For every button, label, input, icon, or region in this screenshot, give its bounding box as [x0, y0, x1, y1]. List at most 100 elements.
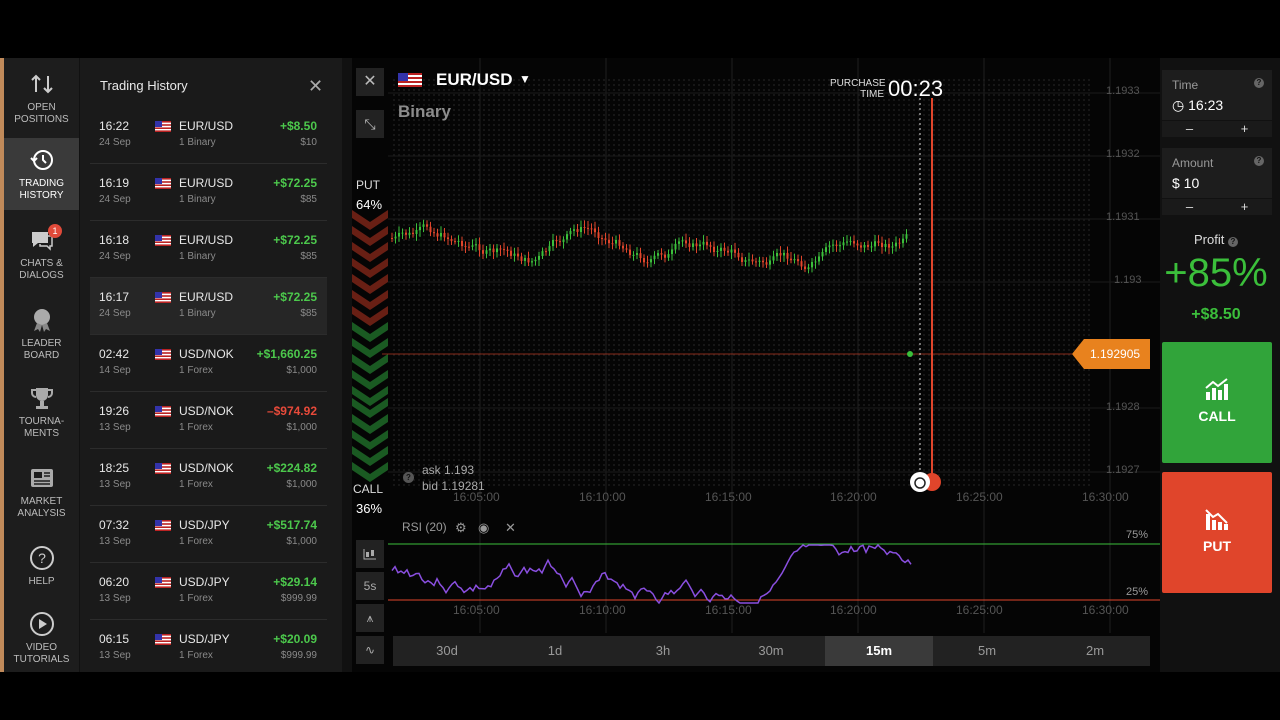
amount-field[interactable]: Amount ? $ 10 [1162, 148, 1272, 198]
history-row[interactable]: 06:20 13 Sep USD/JPY 1 Forex +$29.14 $999.99 [90, 563, 327, 620]
candle-body [429, 226, 432, 233]
rsi-lower-level: 25% [1126, 586, 1149, 598]
sidebar-item-trading-history[interactable]: TRADING HISTORY [4, 138, 79, 210]
candle-body [856, 243, 859, 246]
trade-date: 13 Sep [99, 650, 131, 661]
candle-body [814, 261, 817, 263]
sidebar-item-market-analysis[interactable]: MARKET ANALYSIS [4, 456, 79, 528]
candle-body [401, 232, 404, 234]
sidebar-item-help[interactable]: ? HELP [4, 536, 79, 608]
history-row[interactable]: 16:22 24 Sep EUR/USD 1 Binary +$8.50 $10 [90, 107, 327, 164]
candle-body [576, 229, 579, 233]
candle-body [870, 246, 873, 248]
time-minus-button[interactable]: – [1162, 121, 1217, 137]
candle-body [671, 249, 673, 255]
history-row[interactable]: 18:25 13 Sep USD/NOK 1 Forex +$224.82 $1,000 [90, 449, 327, 506]
sidebar-item-open-positions[interactable]: OPEN POSITIONS [4, 62, 79, 134]
timeframe-3h[interactable]: 3h [609, 636, 717, 666]
trade-pair: USD/NOK [179, 461, 234, 475]
help-icon[interactable]: ? [1254, 78, 1264, 88]
candle-body [443, 232, 446, 238]
timeframe-2m[interactable]: 2m [1041, 636, 1149, 666]
trade-pnl: +$72.25 [273, 290, 317, 304]
put-button[interactable]: PUT [1162, 472, 1272, 593]
trade-date: 24 Sep [99, 251, 131, 262]
candle-body [391, 238, 393, 239]
history-row[interactable]: 02:42 14 Sep USD/NOK 1 Forex +$1,660.25 $1,00… [90, 335, 327, 392]
x-tick-label: 16:05:00 [453, 603, 500, 617]
candle-body [713, 246, 715, 252]
us-flag-icon [155, 577, 171, 588]
timeframe-5m[interactable]: 5m [933, 636, 1041, 666]
close-history-button[interactable]: ✕ [308, 76, 323, 97]
help-icon[interactable]: ? [1227, 237, 1238, 247]
price-chart[interactable] [352, 58, 1160, 672]
call-button[interactable]: CALL [1162, 342, 1272, 463]
sidebar-item-leaderboard[interactable]: LEADER BOARD [4, 298, 79, 370]
candle-body [667, 254, 670, 258]
candle-body [653, 255, 656, 260]
candle-body [681, 240, 684, 242]
purchase-time-countdown: 00:23 [888, 76, 944, 101]
trade-pnl: +$517.74 [266, 518, 317, 532]
collapse-icon[interactable]: ⤡ [356, 110, 384, 138]
close-chart-button[interactable]: ✕ [356, 68, 384, 96]
candle-body [482, 250, 484, 254]
x-tick-label: 16:25:00 [956, 603, 1003, 617]
chevron-down-icon[interactable]: ▼ [519, 72, 531, 86]
candle-body [489, 248, 491, 251]
close-icon[interactable]: ✕ [505, 520, 516, 536]
trading-history-panel: Trading History ✕ 16:22 24 Sep EUR/USD 1 Bi… [80, 58, 419, 672]
timeframe-30d[interactable]: 30d [393, 636, 501, 666]
candle-body [478, 244, 481, 251]
time-plus-button[interactable]: + [1217, 121, 1272, 137]
timeframe-15m[interactable]: 15m [825, 636, 933, 666]
candle-body [818, 256, 820, 262]
history-row[interactable]: 16:19 24 Sep EUR/USD 1 Binary +$72.25 $85 [90, 164, 327, 221]
trade-type: 1 Forex [179, 365, 213, 376]
candle-body [772, 256, 775, 261]
help-icon[interactable]: ? [403, 472, 414, 483]
timeframe-30m[interactable]: 30m [717, 636, 825, 666]
eye-icon[interactable]: ◉ [478, 520, 489, 536]
amount-input[interactable]: $ 10 [1172, 175, 1199, 191]
chart-type-icon[interactable] [356, 540, 384, 568]
history-row[interactable]: 06:15 13 Sep USD/JPY 1 Forex +$20.09 $999.99 [90, 620, 327, 672]
trade-pair: USD/JPY [179, 632, 230, 646]
y-tick-label: 1.1933 [1106, 85, 1140, 97]
candle-body [685, 240, 687, 244]
sidebar-item-video-tutorials[interactable]: VIDEO TUTORIALS [4, 602, 79, 672]
x-tick-label: 16:05:00 [453, 490, 500, 504]
history-row[interactable]: 07:32 13 Sep USD/JPY 1 Forex +$517.74 $1,000 [90, 506, 327, 563]
candle-body [520, 256, 523, 261]
candle-body [447, 237, 449, 240]
amount-plus-button[interactable]: + [1217, 199, 1272, 215]
history-row[interactable]: 16:18 24 Sep EUR/USD 1 Binary +$72.25 $85 [90, 221, 327, 278]
x-tick-label: 16:30:00 [1082, 490, 1129, 504]
chart-down-icon [1205, 509, 1228, 530]
help-icon[interactable]: ? [1254, 156, 1264, 166]
sidebar-item-tournaments[interactable]: TOURNA- MENTS [4, 376, 79, 448]
candle-period-button[interactable]: 5s [356, 572, 384, 600]
drawing-tool-icon[interactable]: ⩚ [356, 604, 384, 632]
trade-pair: EUR/USD [179, 119, 234, 133]
history-row[interactable]: 16:17 24 Sep EUR/USD 1 Binary +$72.25 $85 [90, 278, 327, 335]
candle-body [506, 249, 509, 251]
candle-body [877, 241, 880, 243]
candle-body [678, 241, 680, 244]
amount-minus-button[interactable]: – [1162, 199, 1217, 215]
x-tick-label: 16:10:00 [579, 490, 626, 504]
trade-time: 06:20 [99, 575, 130, 589]
trade-type: 1 Forex [179, 536, 213, 547]
time-field[interactable]: Time ? ◷ 16:23 [1162, 70, 1272, 120]
history-row[interactable]: 19:26 13 Sep USD/NOK 1 Forex –$974.92 $1,000 [90, 392, 327, 449]
candle-body [867, 245, 869, 247]
candle-body [839, 245, 841, 247]
asset-selector[interactable]: EUR/USD [436, 70, 513, 90]
timeframe-1d[interactable]: 1d [501, 636, 609, 666]
sidebar-item-chats[interactable]: 1 CHATS & DIALOGS [4, 218, 79, 290]
panel-title: Trading History [100, 78, 188, 93]
gear-icon[interactable]: ⚙ [455, 520, 467, 536]
indicators-icon[interactable]: ∿ [356, 636, 384, 664]
trade-amount: $10 [300, 137, 317, 148]
